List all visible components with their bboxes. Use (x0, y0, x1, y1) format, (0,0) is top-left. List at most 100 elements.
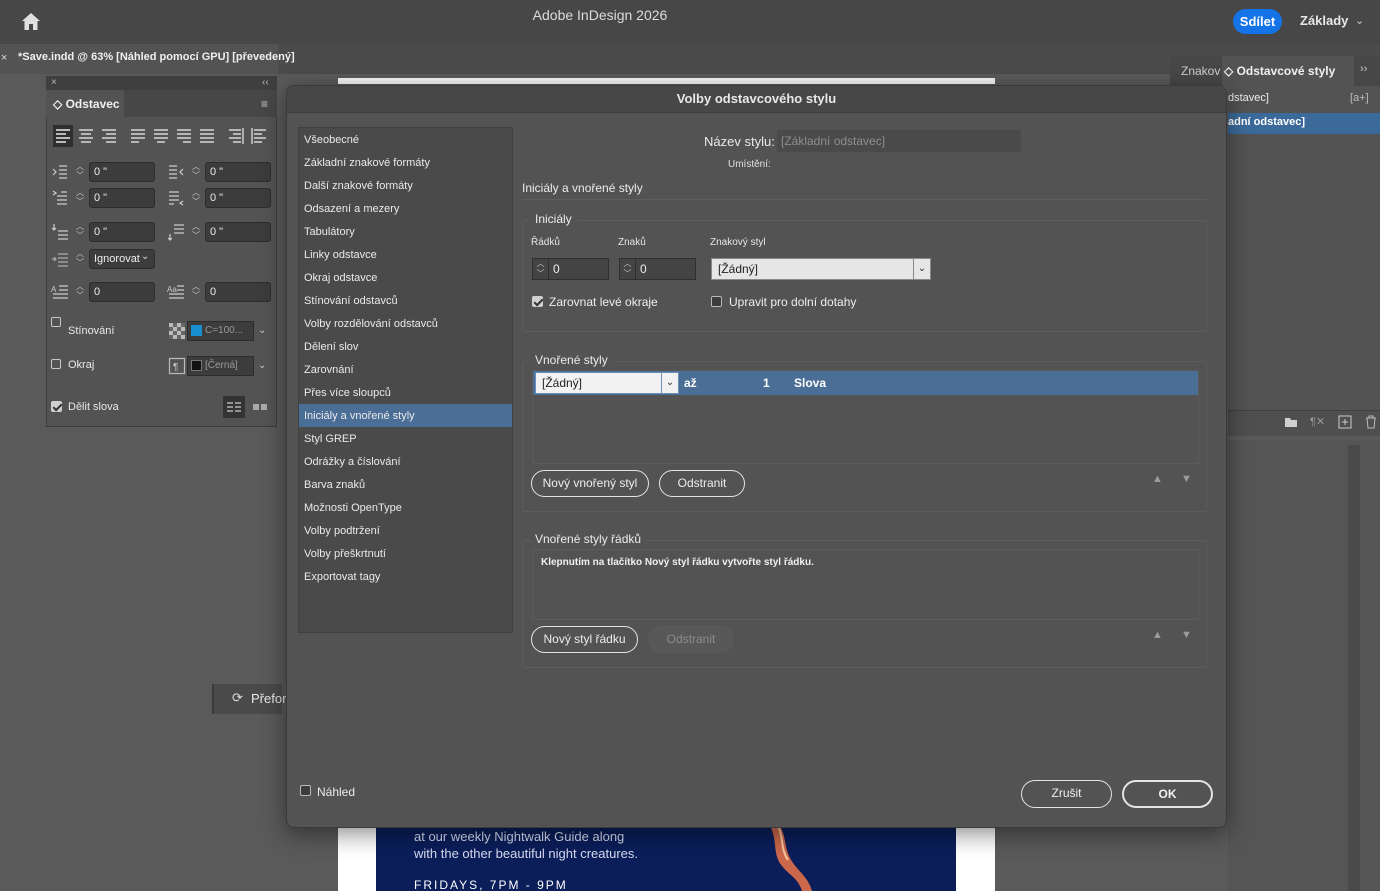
scrollbar[interactable] (1348, 445, 1360, 891)
align-to-grid-stepper[interactable]: ︿ ﹀ (73, 249, 87, 269)
category-item[interactable]: Všeobecné (304, 134, 359, 146)
chevron-down-icon[interactable]: ⌄ (1355, 14, 1364, 27)
expand-panel-icon[interactable]: ›› (1360, 63, 1367, 75)
nested-style-unit[interactable]: Slova (794, 376, 826, 390)
first-line-indent-stepper[interactable]: ︿ ﹀ (73, 188, 87, 208)
chevron-down-icon[interactable]: ⌄ (141, 251, 149, 262)
close-tab-icon[interactable]: × (1, 52, 7, 64)
char-style-select[interactable]: [Žádný] (711, 258, 914, 280)
align-center-icon[interactable] (76, 125, 96, 147)
delete-line-style-button[interactable]: Odstranit (648, 626, 734, 653)
right-indent-field[interactable]: 0 " (205, 162, 271, 182)
folder-icon[interactable] (1284, 415, 1298, 429)
move-up-icon[interactable]: ▲ (1152, 629, 1163, 641)
space-before-stepper[interactable]: ︿ ﹀ (73, 222, 87, 242)
align-right-icon[interactable] (99, 125, 119, 147)
align-toward-spine-icon[interactable] (226, 125, 246, 147)
align-left-icon[interactable] (53, 125, 73, 147)
category-item[interactable]: Volby přeškrtnutí (304, 548, 386, 560)
left-indent-stepper[interactable]: ︿ ﹀ (73, 162, 87, 182)
right-indent-stepper[interactable]: ︿ ﹀ (189, 162, 203, 182)
style-list-item[interactable]: dstavec] (1228, 92, 1269, 104)
category-item[interactable]: Volby rozdělování odstavců (304, 318, 438, 330)
category-item[interactable]: Další znakové formáty (304, 180, 413, 192)
category-item[interactable]: Zarovnání (304, 364, 354, 376)
category-item[interactable]: Možnosti OpenType (304, 502, 402, 514)
category-item[interactable]: Barva znaků (304, 479, 365, 491)
move-down-icon[interactable]: ▼ (1181, 629, 1192, 641)
last-line-indent-field[interactable]: 0 " (205, 188, 271, 208)
move-down-icon[interactable]: ▼ (1181, 473, 1192, 485)
category-item[interactable]: Styl GREP (304, 433, 357, 445)
nested-style-through[interactable]: až (684, 376, 697, 390)
panel-menu-icon[interactable]: ≡ (261, 97, 268, 111)
chevron-down-icon[interactable]: ⌄ (258, 360, 266, 371)
nested-styles-title-wrap: Vnořené styly (530, 353, 613, 367)
single-line-composer-icon[interactable] (223, 396, 245, 418)
new-nested-style-button[interactable]: Nový vnořený styl (531, 470, 649, 497)
category-item[interactable]: Základní znakové formáty (304, 157, 430, 169)
space-after-stepper[interactable]: ︿ ﹀ (189, 222, 203, 242)
delete-nested-style-button[interactable]: Odstranit (659, 470, 745, 497)
chevron-down-icon[interactable]: ⌄ (258, 325, 266, 336)
last-line-indent-stepper[interactable]: ︿ ﹀ (189, 188, 203, 208)
share-button[interactable]: Sdílet (1233, 9, 1282, 34)
style-name-field[interactable]: [Základní odstavec] (777, 130, 1021, 152)
drop-cap-lines-stepper[interactable]: ︿ ﹀ (73, 282, 87, 302)
category-item[interactable]: Dělení slov (304, 341, 358, 353)
trash-icon[interactable] (1364, 414, 1378, 429)
left-indent-field[interactable]: 0 " (89, 162, 155, 182)
align-left-edge-checkbox[interactable] (532, 296, 543, 307)
category-item[interactable]: Iniciály a vnořené styly (304, 410, 415, 422)
category-item[interactable]: Tabulátory (304, 226, 355, 238)
nested-style-count[interactable]: 1 (763, 376, 770, 390)
nested-style-select[interactable]: [Žádný] (535, 372, 662, 394)
chevron-down-icon[interactable]: ⌄ (661, 372, 679, 394)
document-tab-label[interactable]: *Save.indd @ 63% [Náhled pomocí GPU] [př… (18, 51, 295, 63)
new-style-icon[interactable]: [a+] (1350, 92, 1369, 104)
clear-overrides-icon[interactable]: ¶✕ (1310, 415, 1325, 428)
drop-cap-lines-field[interactable]: 0 (89, 282, 155, 302)
collapse-panel-icon[interactable]: ‹‹ (262, 77, 269, 88)
space-before-field[interactable]: 0 " (89, 222, 155, 242)
chars-stepper[interactable]: ︿ ﹀ (619, 258, 635, 280)
space-after-field[interactable]: 0 " (205, 222, 271, 242)
first-line-indent-field[interactable]: 0 " (89, 188, 155, 208)
ok-button[interactable]: OK (1122, 780, 1213, 808)
justify-left-icon[interactable] (128, 125, 148, 147)
chevron-down-icon[interactable]: ⌄ (913, 258, 931, 280)
preview-checkbox[interactable] (300, 785, 311, 796)
justify-center-icon[interactable] (151, 125, 171, 147)
category-item[interactable]: Odsazení a mezery (304, 203, 399, 215)
justify-right-icon[interactable] (174, 125, 194, 147)
justify-all-icon[interactable] (197, 125, 217, 147)
drop-cap-chars-stepper[interactable]: ︿ ﹀ (189, 282, 203, 302)
align-away-from-spine-icon[interactable] (249, 125, 269, 147)
category-item[interactable]: Stínování odstavců (304, 295, 398, 307)
span-columns-icon[interactable] (250, 396, 270, 418)
category-item[interactable]: Volby podtržení (304, 525, 380, 537)
lines-field[interactable]: 0 (548, 258, 609, 280)
workspace-switcher[interactable]: Základy (1300, 13, 1348, 28)
shading-settings-icon[interactable] (168, 322, 186, 340)
border-settings-icon[interactable]: ¶ (168, 357, 186, 375)
drop-cap-chars-field[interactable]: 0 (205, 282, 271, 302)
lines-stepper[interactable]: ︿ ﹀ (532, 258, 548, 280)
tab-character-styles[interactable]: Znakov (1181, 64, 1220, 78)
chars-field[interactable]: 0 (635, 258, 696, 280)
close-panel-icon[interactable]: × (51, 77, 57, 88)
category-item[interactable]: Okraj odstavce (304, 272, 377, 284)
shading-checkbox[interactable] (51, 317, 61, 327)
category-item[interactable]: Odrážky a číslování (304, 456, 401, 468)
category-item[interactable]: Exportovat tagy (304, 571, 380, 583)
category-item[interactable]: Linky odstavce (304, 249, 377, 261)
border-checkbox[interactable] (51, 359, 61, 369)
scale-descenders-checkbox[interactable] (711, 296, 722, 307)
new-line-style-button[interactable]: Nový styl řádku (531, 626, 638, 653)
hyphenate-checkbox[interactable] (51, 401, 62, 412)
move-up-icon[interactable]: ▲ (1152, 473, 1163, 485)
hyphenate-label: Dělit slova (68, 401, 119, 413)
new-item-icon[interactable] (1338, 415, 1352, 429)
category-item[interactable]: Přes více sloupců (304, 387, 391, 399)
cancel-button[interactable]: Zrušit (1021, 780, 1112, 808)
